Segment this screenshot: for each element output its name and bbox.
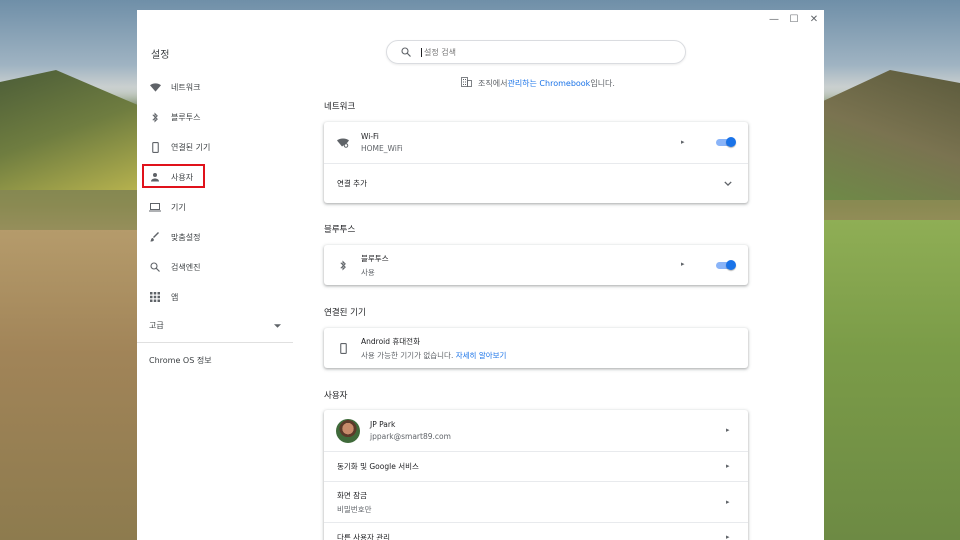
section-title-connected-devices: 연결된 기기 [324, 308, 366, 318]
sidebar-item-network[interactable]: 네트워크 [137, 72, 293, 102]
sidebar-nav: 네트워크 블루투스 연결된 기기 사용자 기기 맞춤설정 검색엔진 앱 [137, 72, 293, 312]
bluetooth-icon [337, 259, 349, 271]
phone-icon [337, 342, 349, 354]
maximize-icon[interactable]: ☐ [788, 14, 800, 26]
screen-lock-row[interactable]: 화면 잠금 비밀번호만 ▸ [324, 481, 748, 522]
building-icon [461, 77, 472, 89]
sidebar-item-device[interactable]: 기기 [137, 192, 293, 222]
wallpaper-field-left [0, 230, 140, 540]
add-connection-row[interactable]: 연결 추가 [324, 163, 748, 203]
sidebar-item-people[interactable]: 사용자 [137, 162, 293, 192]
bluetooth-toggle[interactable] [716, 260, 736, 270]
add-connection-label: 연결 추가 [337, 179, 367, 188]
sync-label: 동기화 및 Google 서비스 [337, 462, 419, 471]
window-controls: — ☐ ✕ [768, 14, 820, 26]
screen-lock-title: 화면 잠금 [337, 490, 367, 500]
search-icon [149, 261, 161, 273]
network-card: Wi-Fi HOME_WiFi ▸ 연결 추가 [324, 122, 748, 203]
phone-icon [149, 141, 161, 153]
sidebar-item-label: 기기 [171, 202, 186, 212]
wallpaper-field-right [820, 220, 960, 540]
bluetooth-status: 사용 [361, 267, 375, 277]
chevron-right-icon[interactable]: ▸ [726, 462, 730, 470]
sidebar-item-label: 사용자 [171, 172, 194, 182]
bluetooth-label: 블루투스 [361, 253, 389, 263]
search-input[interactable] [421, 47, 644, 57]
sidebar-item-apps[interactable]: 앱 [137, 282, 293, 312]
wifi-settings-icon [337, 137, 349, 149]
android-phone-desc: 사용 가능한 기기가 없습니다. 자세히 알아보기 [361, 350, 507, 360]
account-email: jppark@smart89.com [370, 432, 451, 441]
managed-link[interactable]: 관리하는 Chromebook [507, 78, 590, 89]
managed-prefix: 조직에서 [478, 78, 508, 88]
sidebar-item-label: 검색엔진 [171, 262, 201, 272]
sidebar-item-label: 블루투스 [171, 112, 201, 122]
chevron-right-icon[interactable]: ▸ [681, 138, 685, 146]
bluetooth-card: 블루투스 사용 ▸ [324, 245, 748, 285]
chevron-right-icon[interactable]: ▸ [726, 426, 730, 434]
connected-devices-card: Android 휴대전화 사용 가능한 기기가 없습니다. 자세히 알아보기 [324, 328, 748, 368]
sidebar: 설정 네트워크 블루투스 연결된 기기 사용자 기기 맞춤설정 검색엔진 앱 고… [137, 10, 293, 540]
screen-lock-sub: 비밀번호만 [337, 504, 372, 514]
wifi-ssid: HOME_WiFi [361, 144, 403, 153]
person-icon [149, 171, 161, 183]
sidebar-item-label: 네트워크 [171, 82, 201, 92]
sidebar-divider [137, 342, 293, 343]
wallpaper-hill-left [0, 70, 140, 190]
sidebar-item-personalization[interactable]: 맞춤설정 [137, 222, 293, 252]
chevron-right-icon[interactable]: ▸ [681, 260, 685, 268]
settings-window: — ☐ ✕ 설정 네트워크 블루투스 연결된 기기 사용자 기기 맞춤설정 검색… [137, 10, 824, 540]
account-name: JP Park [370, 420, 396, 429]
app-title: 설정 [151, 50, 170, 61]
sync-row[interactable]: 동기화 및 Google 서비스 ▸ [324, 451, 748, 481]
manage-other-people-label: 다른 사용자 관리 [337, 533, 391, 540]
sidebar-item-label: 맞춤설정 [171, 232, 201, 242]
bluetooth-icon [149, 111, 161, 123]
android-phone-title: Android 휴대전화 [361, 336, 420, 346]
managed-suffix: 입니다. [590, 78, 615, 88]
wifi-row[interactable]: Wi-Fi HOME_WiFi ▸ [324, 122, 748, 163]
advanced-label: 고급 [149, 321, 164, 330]
sidebar-item-label: 앱 [171, 292, 179, 302]
minimize-icon[interactable]: — [768, 14, 780, 26]
wallpaper-hill-right [820, 70, 960, 200]
brush-icon [149, 231, 161, 243]
chevron-down-icon[interactable] [724, 179, 732, 188]
bluetooth-row[interactable]: 블루투스 사용 ▸ [324, 245, 748, 285]
apps-grid-icon [149, 291, 161, 303]
sidebar-advanced[interactable]: 고급 [149, 320, 281, 331]
manage-other-people-row[interactable]: 다른 사용자 관리 ▸ [324, 522, 748, 540]
settings-search-box[interactable] [386, 40, 686, 64]
chevron-right-icon[interactable]: ▸ [726, 498, 730, 506]
sidebar-item-search-engine[interactable]: 검색엔진 [137, 252, 293, 282]
people-card: JP Park jppark@smart89.com ▸ 동기화 및 Googl… [324, 410, 748, 540]
chevron-right-icon[interactable]: ▸ [726, 533, 730, 540]
android-phone-row[interactable]: Android 휴대전화 사용 가능한 기기가 없습니다. 자세히 알아보기 [324, 328, 748, 368]
wifi-name: Wi-Fi [361, 132, 379, 141]
wifi-toggle[interactable] [716, 137, 736, 147]
sidebar-item-label: 연결된 기기 [171, 142, 211, 152]
sidebar-item-bluetooth[interactable]: 블루투스 [137, 102, 293, 132]
laptop-icon [149, 201, 161, 213]
sidebar-item-connected-devices[interactable]: 연결된 기기 [137, 132, 293, 162]
section-title-network: 네트워크 [324, 102, 356, 112]
sidebar-item-about[interactable]: Chrome OS 정보 [149, 355, 212, 366]
learn-more-link[interactable]: 자세히 알아보기 [456, 351, 507, 360]
section-title-bluetooth: 블루투스 [324, 225, 356, 235]
wifi-icon [149, 81, 161, 93]
search-icon [401, 47, 411, 57]
section-title-people: 사용자 [324, 391, 348, 401]
avatar [336, 418, 360, 443]
managed-notice: 조직에서 관리하는 Chromebook 입니다. [461, 77, 615, 89]
close-icon[interactable]: ✕ [808, 14, 820, 26]
dropdown-arrow-icon [274, 321, 281, 330]
account-row[interactable]: JP Park jppark@smart89.com ▸ [324, 410, 748, 451]
